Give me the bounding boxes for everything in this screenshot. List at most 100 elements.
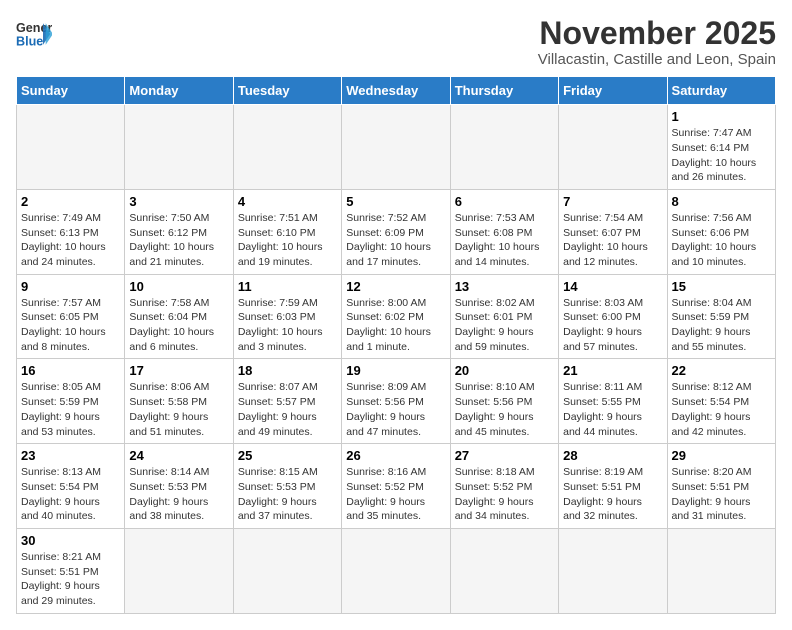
calendar-cell: 27 Sunrise: 8:18 AMSunset: 5:52 PMDayligh… — [450, 444, 558, 529]
day-info: Sunrise: 7:49 AMSunset: 6:13 PMDaylight:… — [21, 211, 120, 270]
logo-icon: General Blue — [16, 16, 52, 52]
day-number: 18 — [238, 363, 337, 378]
calendar-cell: 12 Sunrise: 8:00 AMSunset: 6:02 PMDayligh… — [342, 274, 450, 359]
day-number: 19 — [346, 363, 445, 378]
day-info: Sunrise: 7:50 AMSunset: 6:12 PMDaylight:… — [129, 211, 228, 270]
day-number: 26 — [346, 448, 445, 463]
day-number: 4 — [238, 194, 337, 209]
day-info: Sunrise: 7:52 AMSunset: 6:09 PMDaylight:… — [346, 211, 445, 270]
day-info: Sunrise: 7:59 AMSunset: 6:03 PMDaylight:… — [238, 296, 337, 355]
calendar-cell — [450, 105, 558, 190]
logo: General Blue — [16, 16, 52, 52]
day-number: 29 — [672, 448, 771, 463]
day-number: 11 — [238, 279, 337, 294]
day-number: 30 — [21, 533, 120, 548]
day-info: Sunrise: 8:12 AMSunset: 5:54 PMDaylight:… — [672, 380, 771, 439]
calendar-cell — [450, 528, 558, 613]
calendar-cell: 25Sunrise: 8:15 AMSunset: 5:53 PMDayligh… — [233, 444, 341, 529]
day-number: 22 — [672, 363, 771, 378]
calendar-cell — [125, 105, 233, 190]
day-number: 25 — [238, 448, 337, 463]
day-info: Sunrise: 8:20 AMSunset: 5:51 PMDaylight:… — [672, 465, 771, 524]
calendar-cell — [17, 105, 125, 190]
calendar-cell: 14 Sunrise: 8:03 AMSunset: 6:00 PMDayligh… — [559, 274, 667, 359]
calendar-header: General Blue November 2025 Villacastin, … — [16, 16, 776, 68]
day-number: 17 — [129, 363, 228, 378]
calendar-cell: 20Sunrise: 8:10 AMSunset: 5:56 PMDayligh… — [450, 359, 558, 444]
day-info: Sunrise: 8:07 AMSunset: 5:57 PMDaylight:… — [238, 380, 337, 439]
day-number: 28 — [563, 448, 662, 463]
title-section: November 2025 Villacastin, Castille and … — [538, 16, 776, 68]
day-info: Sunrise: 8:03 AMSunset: 6:00 PMDaylight:… — [563, 296, 662, 355]
calendar-week-6: 30 Sunrise: 8:21 AMSunset: 5:51 PMDayligh… — [17, 528, 776, 613]
day-number: 16 — [21, 363, 120, 378]
day-info: Sunrise: 8:00 AMSunset: 6:02 PMDaylight:… — [346, 296, 445, 355]
calendar-cell — [342, 528, 450, 613]
calendar-cell: 10 Sunrise: 7:58 AMSunset: 6:04 PMDayligh… — [125, 274, 233, 359]
calendar-cell: 1 Sunrise: 7:47 AMSunset: 6:14 PMDaylight… — [667, 105, 775, 190]
weekday-header-tuesday: Tuesday — [233, 77, 341, 105]
day-info: Sunrise: 8:06 AMSunset: 5:58 PMDaylight:… — [129, 380, 228, 439]
day-info: Sunrise: 7:47 AMSunset: 6:14 PMDaylight:… — [672, 126, 771, 185]
day-number: 7 — [563, 194, 662, 209]
day-info: Sunrise: 8:09 AMSunset: 5:56 PMDaylight:… — [346, 380, 445, 439]
day-number: 3 — [129, 194, 228, 209]
calendar-title: November 2025 — [538, 16, 776, 51]
calendar-cell: 26 Sunrise: 8:16 AMSunset: 5:52 PMDayligh… — [342, 444, 450, 529]
calendar-cell — [125, 528, 233, 613]
day-info: Sunrise: 8:13 AMSunset: 5:54 PMDaylight:… — [21, 465, 120, 524]
day-info: Sunrise: 7:57 AMSunset: 6:05 PMDaylight:… — [21, 296, 120, 355]
day-number: 5 — [346, 194, 445, 209]
calendar-cell: 5 Sunrise: 7:52 AMSunset: 6:09 PMDaylight… — [342, 189, 450, 274]
day-info: Sunrise: 8:18 AMSunset: 5:52 PMDaylight:… — [455, 465, 554, 524]
day-number: 23 — [21, 448, 120, 463]
day-info: Sunrise: 8:16 AMSunset: 5:52 PMDaylight:… — [346, 465, 445, 524]
day-number: 14 — [563, 279, 662, 294]
day-number: 21 — [563, 363, 662, 378]
day-number: 10 — [129, 279, 228, 294]
day-number: 2 — [21, 194, 120, 209]
weekday-header-sunday: Sunday — [17, 77, 125, 105]
day-info: Sunrise: 7:56 AMSunset: 6:06 PMDaylight:… — [672, 211, 771, 270]
day-info: Sunrise: 8:10 AMSunset: 5:56 PMDaylight:… — [455, 380, 554, 439]
calendar-cell: 24Sunrise: 8:14 AMSunset: 5:53 PMDayligh… — [125, 444, 233, 529]
calendar-cell: 15 Sunrise: 8:04 AMSunset: 5:59 PMDayligh… — [667, 274, 775, 359]
day-number: 27 — [455, 448, 554, 463]
calendar-cell — [559, 105, 667, 190]
calendar-cell — [559, 528, 667, 613]
calendar-cell: 28Sunrise: 8:19 AMSunset: 5:51 PMDayligh… — [559, 444, 667, 529]
day-info: Sunrise: 8:04 AMSunset: 5:59 PMDaylight:… — [672, 296, 771, 355]
day-number: 24 — [129, 448, 228, 463]
day-info: Sunrise: 7:58 AMSunset: 6:04 PMDaylight:… — [129, 296, 228, 355]
calendar-cell — [342, 105, 450, 190]
day-info: Sunrise: 8:21 AMSunset: 5:51 PMDaylight:… — [21, 550, 120, 609]
day-number: 1 — [672, 109, 771, 124]
calendar-cell: 9 Sunrise: 7:57 AMSunset: 6:05 PMDaylight… — [17, 274, 125, 359]
day-number: 6 — [455, 194, 554, 209]
weekday-header-friday: Friday — [559, 77, 667, 105]
day-number: 15 — [672, 279, 771, 294]
calendar-body: 1 Sunrise: 7:47 AMSunset: 6:14 PMDaylight… — [17, 105, 776, 614]
day-info: Sunrise: 7:54 AMSunset: 6:07 PMDaylight:… — [563, 211, 662, 270]
calendar-cell: 22 Sunrise: 8:12 AMSunset: 5:54 PMDayligh… — [667, 359, 775, 444]
calendar-cell: 23 Sunrise: 8:13 AMSunset: 5:54 PMDayligh… — [17, 444, 125, 529]
weekday-header-wednesday: Wednesday — [342, 77, 450, 105]
day-info: Sunrise: 8:02 AMSunset: 6:01 PMDaylight:… — [455, 296, 554, 355]
weekday-header-saturday: Saturday — [667, 77, 775, 105]
day-number: 12 — [346, 279, 445, 294]
calendar-cell: 17 Sunrise: 8:06 AMSunset: 5:58 PMDayligh… — [125, 359, 233, 444]
calendar-week-1: 1 Sunrise: 7:47 AMSunset: 6:14 PMDaylight… — [17, 105, 776, 190]
calendar-cell — [667, 528, 775, 613]
calendar-cell: 16Sunrise: 8:05 AMSunset: 5:59 PMDayligh… — [17, 359, 125, 444]
calendar-cell: 11 Sunrise: 7:59 AMSunset: 6:03 PMDayligh… — [233, 274, 341, 359]
day-info: Sunrise: 8:11 AMSunset: 5:55 PMDaylight:… — [563, 380, 662, 439]
calendar-cell — [233, 105, 341, 190]
calendar-cell: 8Sunrise: 7:56 AMSunset: 6:06 PMDaylight… — [667, 189, 775, 274]
calendar-week-3: 9 Sunrise: 7:57 AMSunset: 6:05 PMDaylight… — [17, 274, 776, 359]
calendar-cell: 21 Sunrise: 8:11 AMSunset: 5:55 PMDayligh… — [559, 359, 667, 444]
day-number: 9 — [21, 279, 120, 294]
day-info: Sunrise: 7:51 AMSunset: 6:10 PMDaylight:… — [238, 211, 337, 270]
calendar-cell: 13Sunrise: 8:02 AMSunset: 6:01 PMDayligh… — [450, 274, 558, 359]
calendar-cell: 18 Sunrise: 8:07 AMSunset: 5:57 PMDayligh… — [233, 359, 341, 444]
calendar-week-2: 2 Sunrise: 7:49 AMSunset: 6:13 PMDaylight… — [17, 189, 776, 274]
